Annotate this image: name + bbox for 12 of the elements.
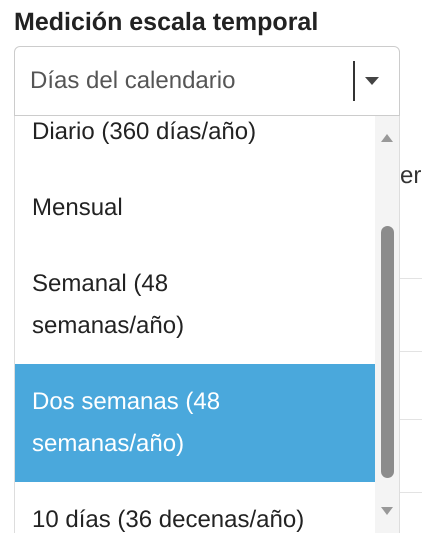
scrollbar-thumb[interactable] <box>380 226 394 478</box>
dropdown-select[interactable]: Días del calendario <box>14 46 400 116</box>
dropdown-option[interactable]: 10 días (36 decenas/año) <box>15 482 375 533</box>
field-label: Medición escala temporal <box>13 7 320 38</box>
dropdown-option[interactable]: Mensual <box>15 170 375 246</box>
scrollbar[interactable] <box>375 116 399 533</box>
dropdown-option[interactable]: Diario (360 días/año) <box>15 116 375 170</box>
background-text: er <box>400 162 422 190</box>
dropdown-option[interactable]: Semanal (48 semanas/año) <box>15 246 375 364</box>
scroll-down-icon[interactable] <box>381 507 393 515</box>
scroll-up-icon[interactable] <box>381 134 393 142</box>
caret-icon <box>365 77 379 85</box>
